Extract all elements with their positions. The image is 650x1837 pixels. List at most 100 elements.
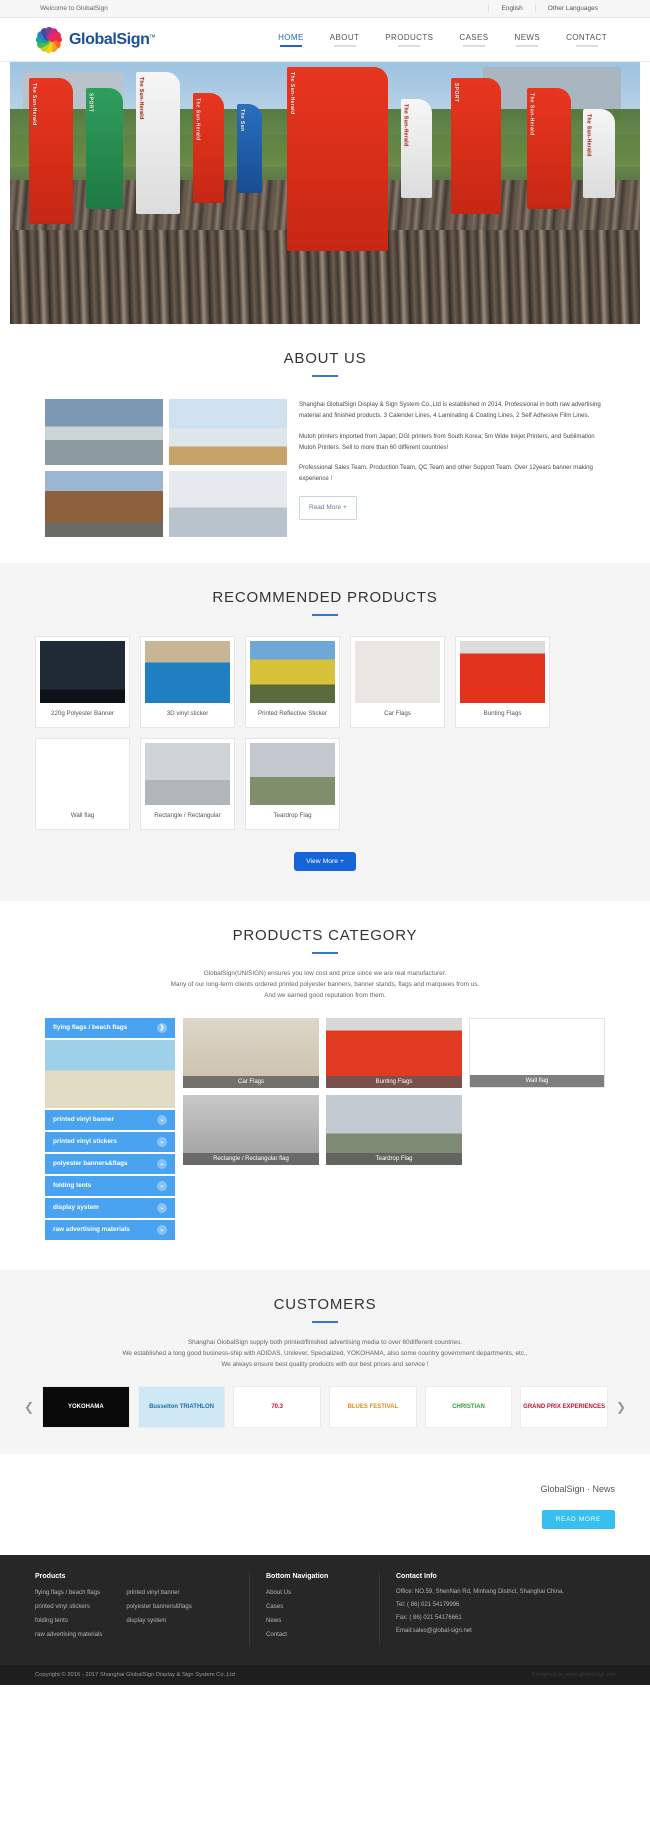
hero-flag-label: SPORT (453, 82, 459, 102)
product-thumbnail (250, 743, 335, 805)
category-item-printed-vinyl-banner[interactable]: printed vinyl banner ⌄ (45, 1109, 175, 1130)
hero-flag-label: The Sun-Herald (402, 103, 409, 147)
designed-by-text: Designed by www.globalsign.net (531, 1672, 615, 1679)
news-title: GlobalSign · News (540, 1484, 615, 1495)
product-card[interactable]: Printed Reflective Sticker (245, 636, 340, 728)
hero-flag-label: The Sun-Herald (30, 82, 37, 126)
category-item-display-system[interactable]: display system ⌄ (45, 1197, 175, 1218)
footer-product-link[interactable]: raw advertising materials (35, 1631, 102, 1638)
category-tile-caption: Teardrop Flag (326, 1152, 462, 1165)
hero-flag: The Sun (236, 103, 262, 193)
recommended-products-section: RECOMMENDED PRODUCTS 220g Polyester Bann… (0, 563, 650, 901)
nav-item-home[interactable]: HOME (278, 33, 304, 47)
footer-product-link[interactable]: printed vinyl stickers (35, 1603, 102, 1610)
nav-item-contact[interactable]: CONTACT (566, 33, 607, 47)
product-thumbnail (40, 743, 125, 805)
category-tile[interactable]: Teardrop Flag (326, 1094, 462, 1165)
product-card[interactable]: 3D vinyl sticker (140, 636, 235, 728)
footer-products-column: Products flying flags / beach flags print… (35, 1573, 250, 1646)
chevron-down-icon[interactable]: ⌄ (157, 1180, 167, 1191)
category-beach-flags-image[interactable] (45, 1039, 175, 1108)
footer-product-link[interactable]: folding tents (35, 1617, 102, 1624)
product-card[interactable]: Car Flags (350, 636, 445, 728)
footer-nav-link[interactable]: Cases (266, 1603, 365, 1610)
language-other[interactable]: Other Languages (534, 5, 610, 12)
customers-title-rule (312, 1320, 338, 1323)
product-card[interactable]: Teardrop Flag (245, 738, 340, 830)
category-item-raw-advertising-materials[interactable]: raw advertising materials ⌄ (45, 1219, 175, 1240)
footer-navigation-heading: Bottom Navigation (266, 1573, 329, 1581)
chevron-down-icon[interactable]: ⌄ (157, 1224, 167, 1235)
hero-flag: The Sun-Herald (287, 67, 388, 251)
customer-logo-carousel: YOKOHAMA Busselton TRIATHLON 70.3 BLUES FES… (42, 1386, 609, 1429)
footer-telephone: Tel: ( 86) 021 54179996 (396, 1602, 460, 1609)
about-photo-exhibition[interactable] (169, 471, 287, 537)
hero-flag: SPORT (85, 88, 124, 209)
products-view-more-button[interactable]: View More + (294, 852, 356, 871)
category-tile[interactable]: Car Flags (183, 1017, 319, 1088)
customer-logo[interactable]: YOKOHAMA (42, 1386, 130, 1429)
category-item-label: printed vinyl banner (53, 1116, 115, 1124)
recommended-title: RECOMMENDED PRODUCTS (212, 589, 438, 606)
product-name: Rectangle / Rectangular (154, 812, 221, 819)
customers-next-arrow-icon[interactable]: ❯ (614, 1400, 628, 1414)
category-item-polyester-banners-flags[interactable]: polyester banners&flags ⌄ (45, 1153, 175, 1174)
footer-product-link[interactable]: printed vinyl banner (126, 1589, 191, 1596)
customer-logo[interactable]: Busselton TRIATHLON (137, 1386, 226, 1429)
category-item-label: folding tents (53, 1182, 92, 1190)
chevron-down-icon[interactable]: ⌄ (157, 1158, 167, 1169)
footer-product-link[interactable]: polyester banners&flags (126, 1603, 191, 1610)
welcome-text: Welcome to GlobalSign (40, 5, 108, 12)
chevron-right-icon[interactable]: ❯ (157, 1022, 167, 1033)
customers-prev-arrow-icon[interactable]: ❮ (22, 1400, 36, 1414)
nav-item-cases[interactable]: CASES (459, 33, 488, 47)
nav-item-news[interactable]: NEWS (515, 33, 541, 47)
customers-section: CUSTOMERS Shanghai GlobalSign supply bot… (0, 1269, 650, 1455)
globalsign-logo-icon (35, 26, 63, 54)
category-tile[interactable]: Rectangle / Rectangular flag (183, 1094, 319, 1165)
hero-flag: The Sun-Herald (400, 98, 433, 199)
about-photo-factory[interactable] (45, 399, 163, 465)
customer-logo[interactable]: 70.3 (233, 1386, 322, 1429)
about-read-more-button[interactable]: Read More + (299, 495, 357, 520)
top-utility-bar: Welcome to GlobalSign English Other Lang… (0, 0, 650, 18)
hero-banner[interactable]: The Sun-Herald SPORT The Sun-Herald The Sun… (10, 62, 640, 324)
chevron-down-icon[interactable]: ⌄ (157, 1114, 167, 1125)
product-card[interactable]: Bunting Flags (455, 636, 550, 728)
nav-item-about[interactable]: ABOUT (330, 33, 360, 47)
footer-nav-link[interactable]: Contact (266, 1631, 365, 1638)
customer-logo[interactable]: GRAND PRIX EXPERIENCES (520, 1386, 609, 1429)
footer-product-link[interactable]: display system (126, 1617, 191, 1624)
nav-item-products[interactable]: PRODUCTS (385, 33, 433, 47)
footer-products-list-1: flying flags / beach flags printed vinyl … (35, 1589, 102, 1645)
about-photo-printer[interactable] (169, 399, 287, 465)
category-item-printed-vinyl-stickers[interactable]: printed vinyl stickers ⌄ (45, 1131, 175, 1152)
footer-fax: Fax: ( 86) 021 54176661 (396, 1615, 462, 1622)
footer-nav-link[interactable]: News (266, 1617, 365, 1624)
category-tile[interactable]: Wall flag (469, 1017, 605, 1088)
language-english[interactable]: English (488, 5, 534, 12)
about-photo-team-outdoor[interactable] (45, 471, 163, 537)
product-thumbnail (460, 641, 545, 703)
footer-nav-link[interactable]: About Us (266, 1589, 365, 1596)
product-thumbnail (40, 641, 125, 703)
about-paragraph-1: Shanghai GlobalSign Display & Sign Syste… (299, 401, 601, 420)
homepage: Welcome to GlobalSign English Other Lang… (0, 0, 650, 1686)
category-item-label: flying flags / beach flags (53, 1024, 128, 1032)
customer-logo[interactable]: BLUES FESTIVAL (329, 1386, 417, 1429)
category-tile-caption: Car Flags (183, 1075, 319, 1088)
category-tile[interactable]: Bunting Flags (326, 1017, 462, 1088)
product-card[interactable]: Rectangle / Rectangular (140, 738, 235, 830)
brand-logo[interactable]: GlobalSignтм (35, 26, 155, 54)
product-card[interactable]: 220g Polyester Banner (35, 636, 130, 728)
site-footer: Products flying flags / beach flags print… (0, 1555, 650, 1666)
news-read-more-button[interactable]: READ MORE (541, 1510, 615, 1530)
footer-email[interactable]: Email:sales@global-sign.net (396, 1628, 601, 1634)
chevron-down-icon[interactable]: ⌄ (157, 1202, 167, 1213)
customer-logo[interactable]: CHRISTIAN (424, 1386, 513, 1429)
product-card[interactable]: Wall flag (35, 738, 130, 830)
category-item-flying-flags-beach-flags[interactable]: flying flags / beach flags ❯ (45, 1017, 175, 1038)
footer-product-link[interactable]: flying flags / beach flags (35, 1589, 102, 1596)
chevron-down-icon[interactable]: ⌄ (157, 1136, 167, 1147)
category-item-folding-tents[interactable]: folding tents ⌄ (45, 1175, 175, 1196)
